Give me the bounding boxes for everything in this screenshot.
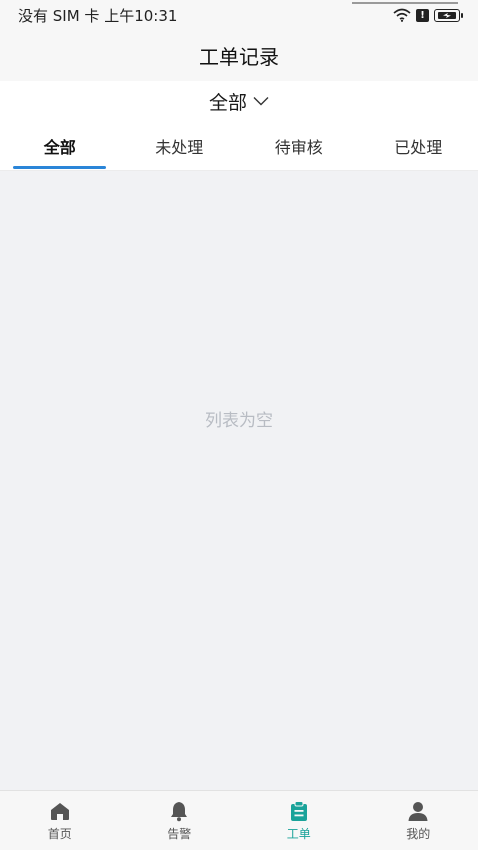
- page-header: 工单记录: [0, 30, 478, 81]
- tab-label: 已处理: [394, 137, 443, 157]
- nav-item-workorders[interactable]: 工单: [239, 791, 359, 850]
- status-text: 没有 SIM 卡 上午10:31: [18, 6, 178, 25]
- chevron-down-icon: [253, 97, 269, 106]
- bottom-nav: 首页 告警 工单 我的: [0, 790, 478, 850]
- person-icon: [408, 801, 428, 821]
- tab-label: 未处理: [155, 137, 204, 157]
- active-tab-indicator: [13, 166, 106, 169]
- status-icons: !: [393, 8, 463, 22]
- wifi-icon: [393, 8, 411, 22]
- tab-label: 全部: [43, 137, 76, 157]
- tab-unprocessed[interactable]: 未处理: [120, 121, 240, 170]
- nav-label: 首页: [47, 826, 72, 841]
- filter-dropdown[interactable]: 全部: [0, 81, 478, 121]
- empty-list-message: 列表为空: [205, 411, 273, 431]
- tab-processed[interactable]: 已处理: [359, 121, 478, 170]
- alert-icon: !: [416, 8, 429, 22]
- filter-selected-label: 全部: [208, 91, 247, 114]
- status-bar: 没有 SIM 卡 上午10:31 !: [0, 0, 478, 30]
- status-tabs: 全部 未处理 待审核 已处理: [0, 121, 478, 171]
- nav-item-alerts[interactable]: 告警: [120, 791, 240, 850]
- tab-label: 待审核: [274, 137, 323, 157]
- nav-label: 我的: [406, 826, 431, 841]
- battery-icon: [434, 8, 463, 22]
- tab-all[interactable]: 全部: [0, 121, 120, 170]
- tab-pending-review[interactable]: 待审核: [239, 121, 359, 170]
- nav-item-profile[interactable]: 我的: [359, 791, 478, 850]
- status-indicator-line: [352, 2, 458, 4]
- bell-icon: [171, 801, 188, 821]
- nav-label: 告警: [167, 826, 192, 841]
- nav-label: 工单: [286, 826, 311, 841]
- home-icon: [50, 802, 69, 820]
- page-title: 工单记录: [199, 45, 279, 69]
- nav-item-home[interactable]: 首页: [0, 791, 120, 850]
- clipboard-icon: [290, 800, 307, 821]
